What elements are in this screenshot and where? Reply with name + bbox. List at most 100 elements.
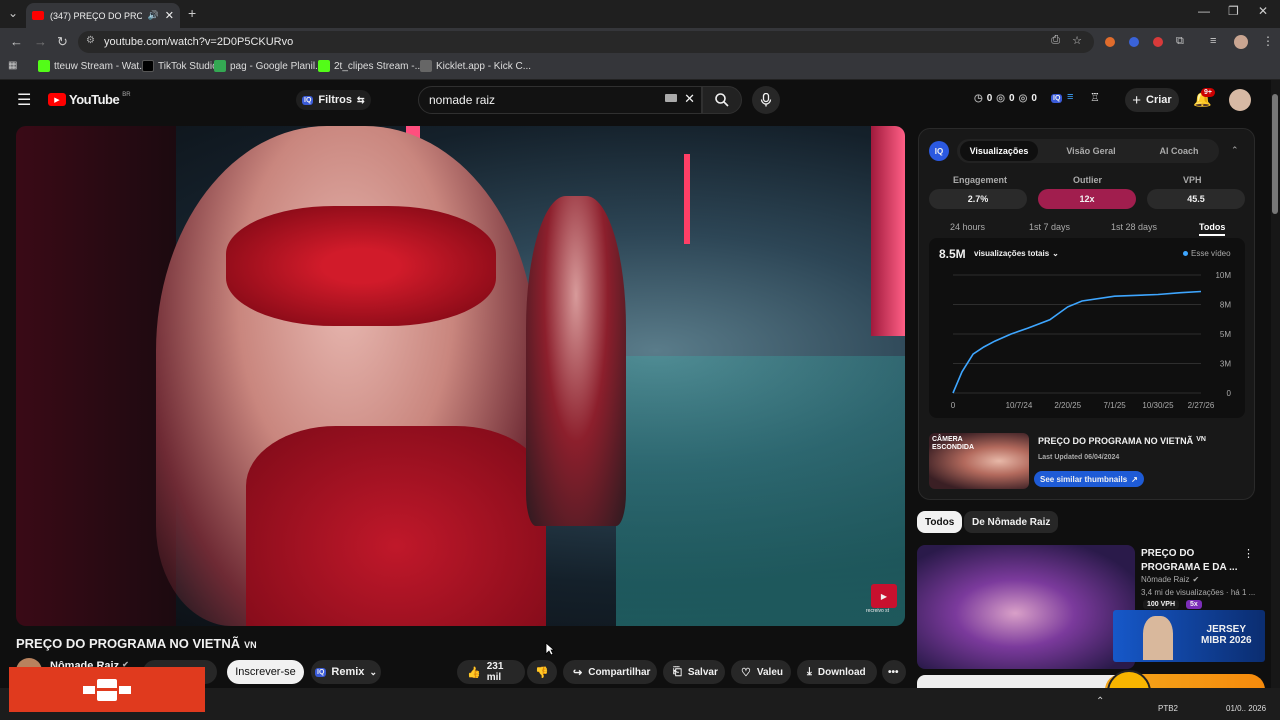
search-input[interactable]: nomade raiz ✕ xyxy=(418,86,702,114)
iq-tab-strip: Visualizações Visão Geral AI Coach xyxy=(957,139,1219,163)
range-28-days[interactable]: 1st 28 days xyxy=(1111,222,1157,232)
x-tick-label: 10/7/24 xyxy=(1006,401,1033,410)
related-title-line: PROGRAMA E DA ... xyxy=(1141,561,1238,573)
bookmark-label: tteuw Stream - Wat... xyxy=(54,60,148,72)
clear-search-icon[interactable]: ✕ xyxy=(684,91,695,107)
tab-label: AI Coach xyxy=(1159,146,1199,156)
taskbar-date[interactable]: 01/0.. 2026 xyxy=(1226,704,1266,713)
extension-icon[interactable] xyxy=(1105,37,1115,47)
profile-avatar[interactable] xyxy=(1234,35,1248,49)
extension-icon[interactable] xyxy=(1153,37,1163,47)
share-button[interactable]: ↪ Compartilhar xyxy=(563,660,657,684)
range-all[interactable]: Todos xyxy=(1199,222,1226,236)
video-player[interactable]: ▶ recreivo st xyxy=(16,126,905,626)
similar-thumbnails-label: See similar thumbnails xyxy=(1040,474,1128,484)
filters-button[interactable]: IQ Filtros ⇆ xyxy=(296,90,371,110)
iq-icon[interactable]: IQ xyxy=(1051,94,1063,103)
browser-tab[interactable]: (347) PREÇO DO PROGRAMA 🔊 ✕ xyxy=(26,3,180,28)
bookmark-item[interactable]: pag - Google Planil... xyxy=(214,60,323,72)
sponsor-person xyxy=(1143,616,1173,660)
download-button[interactable]: ⤓ Download xyxy=(797,660,877,684)
chip-channel[interactable]: De Nômade Raiz xyxy=(964,511,1059,533)
minimize-icon[interactable]: — xyxy=(1198,4,1210,18)
reading-list-icon[interactable]: ≡ xyxy=(1210,35,1216,47)
search-button[interactable] xyxy=(702,86,742,114)
bookmark-item[interactable]: 2t_clipes Stream -... xyxy=(318,60,423,72)
tiktok-icon xyxy=(142,60,154,72)
install-icon[interactable]: ⎙ xyxy=(1051,34,1060,47)
x-tick-label: 0 xyxy=(951,401,956,410)
stat-value: 2.7% xyxy=(967,194,989,204)
chip-all[interactable]: Todos xyxy=(917,511,963,533)
site-info-icon[interactable]: ⚙ xyxy=(86,35,95,46)
more-actions-button[interactable]: ••• xyxy=(882,660,906,684)
save-button[interactable]: ⎗ Salvar xyxy=(663,660,725,684)
range-7-days[interactable]: 1st 7 days xyxy=(1029,222,1070,232)
range-24h[interactable]: 24 hours xyxy=(950,222,985,232)
tab-search-icon[interactable]: ⌄ xyxy=(8,6,18,20)
bookmark-star-icon[interactable]: ☆ xyxy=(1072,34,1082,47)
list-icon[interactable]: ≡ xyxy=(1067,91,1073,103)
back-icon[interactable]: ← xyxy=(10,34,23,49)
tab-ai-coach[interactable]: AI Coach xyxy=(1141,141,1217,161)
remix-button[interactable]: IQ Remix ⌄ xyxy=(311,660,381,684)
page-scrollbar[interactable] xyxy=(1271,80,1280,688)
keyboard-language[interactable]: PTB2 xyxy=(1158,704,1178,713)
scrollbar-thumb[interactable] xyxy=(1272,94,1278,214)
views-chart-card: 8.5M visualizações totais ⌄ Esse vídeo 03… xyxy=(929,238,1245,418)
audio-icon[interactable]: 🔊 xyxy=(148,10,159,21)
region-label: BR xyxy=(122,92,131,98)
thumbs-up-icon: 👍 xyxy=(467,666,481,679)
account-avatar[interactable] xyxy=(1229,89,1251,111)
bookmark-item[interactable]: TikTok Studio xyxy=(142,60,218,72)
related-more-icon[interactable]: ⋮ xyxy=(1243,547,1254,560)
like-button[interactable]: 👍 231 mil xyxy=(457,660,525,684)
video-thumbnail[interactable]: CÂMERA ESCONDIDA xyxy=(929,433,1029,489)
engagement-value: 2.7% xyxy=(929,189,1027,209)
related-thumbnail[interactable] xyxy=(917,545,1135,669)
search-value: nomade raiz xyxy=(429,93,496,107)
close-window-icon[interactable]: ✕ xyxy=(1258,4,1268,18)
bookmark-item[interactable]: tteuw Stream - Wat... xyxy=(38,60,148,72)
url-field[interactable]: ⚙ youtube.com/watch?v=2D0P5CKURvo ⎙ ☆ xyxy=(78,31,1094,53)
voice-search-button[interactable] xyxy=(752,86,780,114)
youtube-logo[interactable]: ▶ YouTube BR xyxy=(48,92,131,107)
hamburger-menu-icon[interactable]: ☰ xyxy=(17,90,31,110)
dislike-button[interactable]: 👎 xyxy=(527,660,557,684)
apps-icon[interactable]: ▦ xyxy=(8,60,17,71)
channel-watermark[interactable]: ▶ xyxy=(871,584,897,608)
stat-value: 45.5 xyxy=(1187,194,1205,204)
youtube-header: ☰ ▶ YouTube BR IQ Filtros ⇆ nomade raiz … xyxy=(0,80,1270,120)
download-icon: ⤓ xyxy=(807,665,812,678)
tray-chevron-icon[interactable]: ⌃ xyxy=(1096,696,1104,707)
similar-thumbnails-button[interactable]: See similar thumbnails ↗ xyxy=(1034,471,1144,487)
video-title-text: PREÇO DO PROGRAMA NO VIETNÃ xyxy=(16,636,241,651)
extension-icon[interactable] xyxy=(1129,37,1139,47)
maximize-icon[interactable]: ❐ xyxy=(1228,4,1239,18)
close-tab-icon[interactable]: ✕ xyxy=(165,9,174,22)
browser-menu-icon[interactable]: ⋮ xyxy=(1262,34,1274,48)
tab-views[interactable]: Visualizações xyxy=(960,141,1038,161)
award-icon[interactable]: ♖ xyxy=(1090,91,1100,104)
create-button[interactable]: + Criar xyxy=(1125,88,1179,112)
related-title[interactable]: PREÇO DO PROGRAMA E DA ... xyxy=(1141,547,1251,574)
thanks-button[interactable]: ♡ Valeu xyxy=(731,660,791,684)
ext-counters[interactable]: ◷ 0 ◎ 0 ◎ 0 xyxy=(974,93,1037,104)
collapse-icon[interactable]: ⌃ xyxy=(1231,145,1239,156)
tab-overview[interactable]: Visão Geral xyxy=(1053,141,1129,161)
extensions-puzzle-icon[interactable]: ⧉ xyxy=(1176,35,1184,48)
stream-logo-overlay xyxy=(9,667,205,712)
forward-icon[interactable]: → xyxy=(34,34,47,49)
eye-icon: ◎ xyxy=(1018,93,1028,104)
bookmark-item[interactable]: Kicklet.app - Kick C... xyxy=(420,60,531,72)
related-thumbnail-next[interactable] xyxy=(917,675,1135,688)
create-label: Criar xyxy=(1146,94,1172,106)
reload-icon[interactable]: ↻ xyxy=(57,34,68,50)
plus-icon: + xyxy=(1132,91,1142,109)
counter-value: 0 xyxy=(986,93,993,104)
keyboard-icon[interactable] xyxy=(665,94,677,102)
new-tab-icon[interactable]: + xyxy=(188,5,196,21)
notification-badge: 9+ xyxy=(1201,88,1215,97)
related-channel[interactable]: Nômade Raiz ✔ xyxy=(1141,575,1199,584)
subscribe-button[interactable]: Inscrever-se xyxy=(227,660,304,684)
